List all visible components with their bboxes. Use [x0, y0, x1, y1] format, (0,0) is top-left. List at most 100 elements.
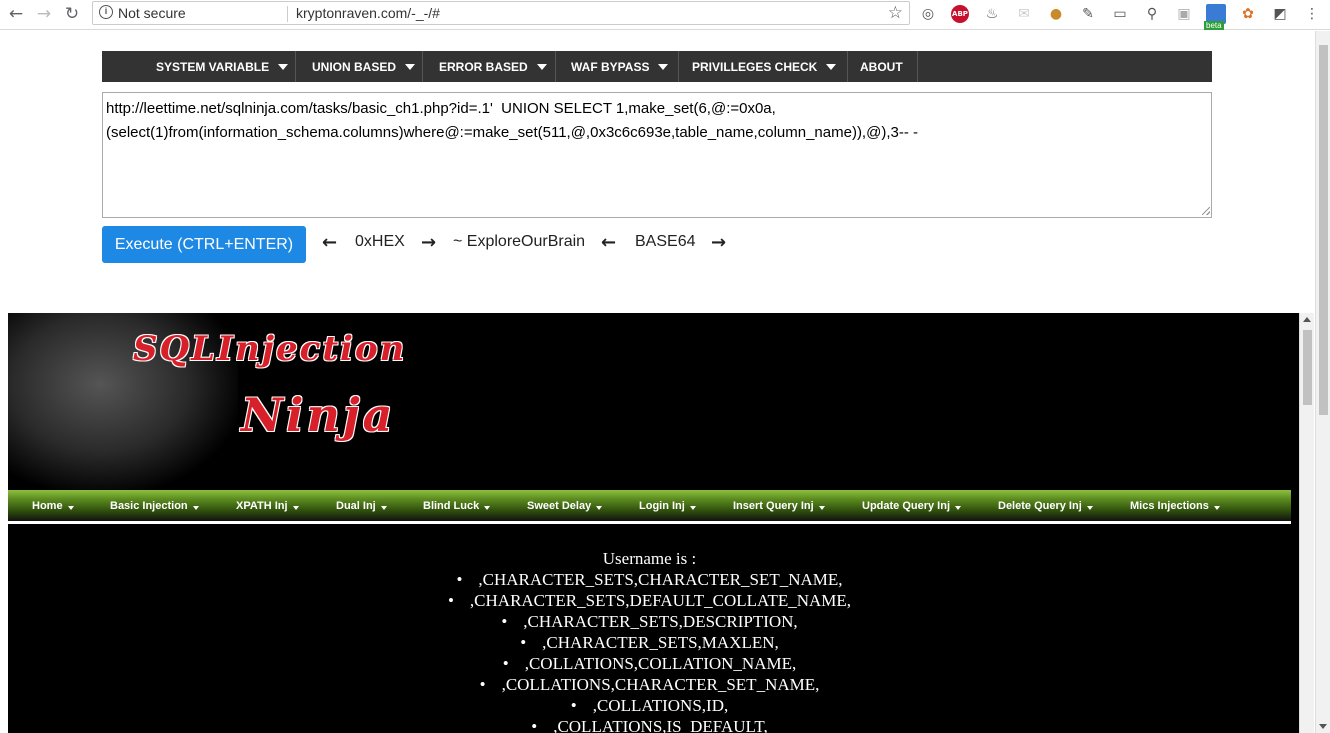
site-nav: Home Basic Injection XPATH Inj Dual Inj … [8, 490, 1291, 524]
scrollbar-thumb[interactable] [1319, 45, 1328, 415]
bookmark-star-icon[interactable]: ☆ [888, 3, 903, 23]
search-icon[interactable]: ⚲ [1142, 4, 1162, 24]
list-item: ,COLLATIONS,COLLATION_NAME, [8, 653, 1291, 674]
nav-delete-query-inj[interactable]: Delete Query Inj [998, 500, 1093, 512]
extension-briefcase-icon[interactable]: ▣ [1174, 4, 1194, 24]
logo-subtitle: Ninja [241, 388, 396, 442]
url-text[interactable]: kryptonraven.com/-_-/# [296, 5, 440, 21]
menu-label: WAF BYPASS [571, 60, 650, 74]
security-label[interactable]: Not secure [118, 5, 186, 21]
browser-menu-icon[interactable]: ⋮ [1302, 4, 1322, 24]
hex-encode-arrow-icon[interactable]: → [421, 232, 436, 253]
list-item: ,CHARACTER_SETS,MAXLEN, [8, 632, 1291, 653]
target-page-frame: SQLInjection Ninja Home Basic Injection … [8, 313, 1314, 733]
chevron-down-icon [1086, 506, 1093, 510]
explore-our-brain-link[interactable]: ~ ExploreOurBrain [453, 233, 585, 251]
eyedropper-icon[interactable]: ✎ [1078, 4, 1098, 24]
chevron-down-icon [596, 506, 603, 510]
base64-decode-arrow-icon[interactable]: ← [601, 232, 616, 253]
extension-image-icon[interactable]: ◩ [1270, 4, 1290, 24]
extension-fox-icon[interactable]: ✿ [1238, 4, 1258, 24]
results-list: ,CHARACTER_SETS,CHARACTER_SET_NAME, ,CHA… [8, 569, 1291, 733]
extension-glyph-icon[interactable]: ♨ [982, 4, 1002, 24]
nav-sweet-delay[interactable]: Sweet Delay [527, 500, 603, 512]
page-scrollbar[interactable] [1315, 31, 1330, 733]
menu-system-variable[interactable]: SYSTEM VARIABLE [102, 51, 296, 82]
nav-label: Dual Inj [336, 500, 376, 512]
nav-dual-inj[interactable]: Dual Inj [336, 500, 387, 512]
back-icon[interactable]: ← [4, 3, 28, 25]
nav-label: Mics Injections [1130, 500, 1209, 512]
cookie-icon[interactable]: ● [1046, 4, 1066, 24]
list-item: ,CHARACTER_SETS,CHARACTER_SET_NAME, [8, 569, 1291, 590]
menu-about[interactable]: ABOUT [849, 51, 918, 82]
extension-swirl-icon[interactable]: ◎ [918, 4, 938, 24]
extension-mail-icon[interactable]: ✉ [1014, 4, 1034, 24]
username-label: Username is : [602, 549, 697, 568]
nav-label: Update Query Inj [862, 500, 951, 512]
menu-label: ABOUT [860, 60, 903, 74]
chevron-down-icon [536, 64, 547, 70]
chevron-down-icon [826, 64, 837, 70]
scrollbar-thumb[interactable] [1303, 330, 1312, 405]
beta-extension-icon[interactable]: beta [1204, 4, 1226, 30]
beta-badge: beta [1204, 21, 1224, 30]
nav-mics-injections[interactable]: Mics Injections [1130, 500, 1220, 512]
chevron-down-icon [689, 506, 696, 510]
nav-label: Home [32, 500, 63, 512]
omnibox-divider [287, 6, 288, 22]
list-item: ,CHARACTER_SETS,DEFAULT_COLLATE_NAME, [8, 590, 1291, 611]
adblock-icon[interactable]: ABP [951, 5, 969, 23]
execute-button[interactable]: Execute (CTRL+ENTER) [102, 226, 306, 263]
chevron-down-icon [192, 506, 199, 510]
nav-label: Basic Injection [110, 500, 188, 512]
chevron-down-icon [292, 506, 299, 510]
nav-label: Insert Query Inj [733, 500, 814, 512]
hex-decode-arrow-icon[interactable]: ← [322, 232, 337, 253]
menu-label: PRIVILLEGES CHECK [692, 60, 818, 74]
hex-tool[interactable]: 0xHEX [355, 233, 405, 251]
nav-label: Delete Query Inj [998, 500, 1082, 512]
menu-privilleges-check[interactable]: PRIVILLEGES CHECK [680, 51, 848, 82]
forward-icon[interactable]: → [32, 3, 56, 25]
nav-label: Login Inj [639, 500, 685, 512]
list-item: ,COLLATIONS,CHARACTER_SET_NAME, [8, 674, 1291, 695]
nav-home[interactable]: Home [32, 500, 74, 512]
extension-window-icon[interactable]: ▭ [1110, 4, 1130, 24]
list-item: ,COLLATIONS,ID, [8, 695, 1291, 716]
base64-tool[interactable]: BASE64 [635, 233, 695, 251]
menu-label: ERROR BASED [439, 60, 528, 74]
tool-menu: SYSTEM VARIABLE UNION BASED ERROR BASED … [102, 51, 1212, 82]
menu-union-based[interactable]: UNION BASED [297, 51, 423, 82]
info-icon[interactable]: i [99, 5, 113, 19]
scroll-down-icon[interactable] [1319, 724, 1327, 729]
query-textarea[interactable]: http://leettime.net/sqlninja.com/tasks/b… [102, 92, 1212, 218]
reload-icon[interactable]: ↻ [60, 3, 84, 25]
nav-label: XPATH Inj [236, 500, 288, 512]
menu-label: UNION BASED [312, 60, 397, 74]
chevron-down-icon [818, 506, 825, 510]
list-item: ,CHARACTER_SETS,DESCRIPTION, [8, 611, 1291, 632]
menu-error-based[interactable]: ERROR BASED [424, 51, 556, 82]
nav-label: Blind Luck [423, 500, 480, 512]
scroll-up-icon[interactable] [1303, 317, 1311, 322]
nav-login-inj[interactable]: Login Inj [639, 500, 696, 512]
resize-handle[interactable] [1202, 207, 1210, 215]
menu-label: SYSTEM VARIABLE [156, 60, 270, 74]
site-banner: SQLInjection Ninja [8, 313, 1291, 491]
nav-basic-injection[interactable]: Basic Injection [110, 500, 199, 512]
nav-xpath-inj[interactable]: XPATH Inj [236, 500, 299, 512]
nav-insert-query-inj[interactable]: Insert Query Inj [733, 500, 825, 512]
nav-blind-luck[interactable]: Blind Luck [423, 500, 491, 512]
nav-update-query-inj[interactable]: Update Query Inj [862, 500, 962, 512]
browser-toolbar: ← → ↻ i Not secure kryptonraven.com/-_-/… [0, 0, 1330, 30]
address-bar[interactable]: i Not secure kryptonraven.com/-_-/# ☆ [92, 1, 910, 25]
chevron-down-icon [955, 506, 962, 510]
base64-encode-arrow-icon[interactable]: → [711, 232, 726, 253]
chevron-down-icon [658, 64, 669, 70]
menu-waf-bypass[interactable]: WAF BYPASS [557, 51, 679, 82]
chevron-down-icon [1213, 506, 1220, 510]
chevron-down-icon [67, 506, 74, 510]
query-results: Username is : ,CHARACTER_SETS,CHARACTER_… [8, 548, 1291, 733]
frame-scrollbar[interactable] [1299, 313, 1314, 733]
